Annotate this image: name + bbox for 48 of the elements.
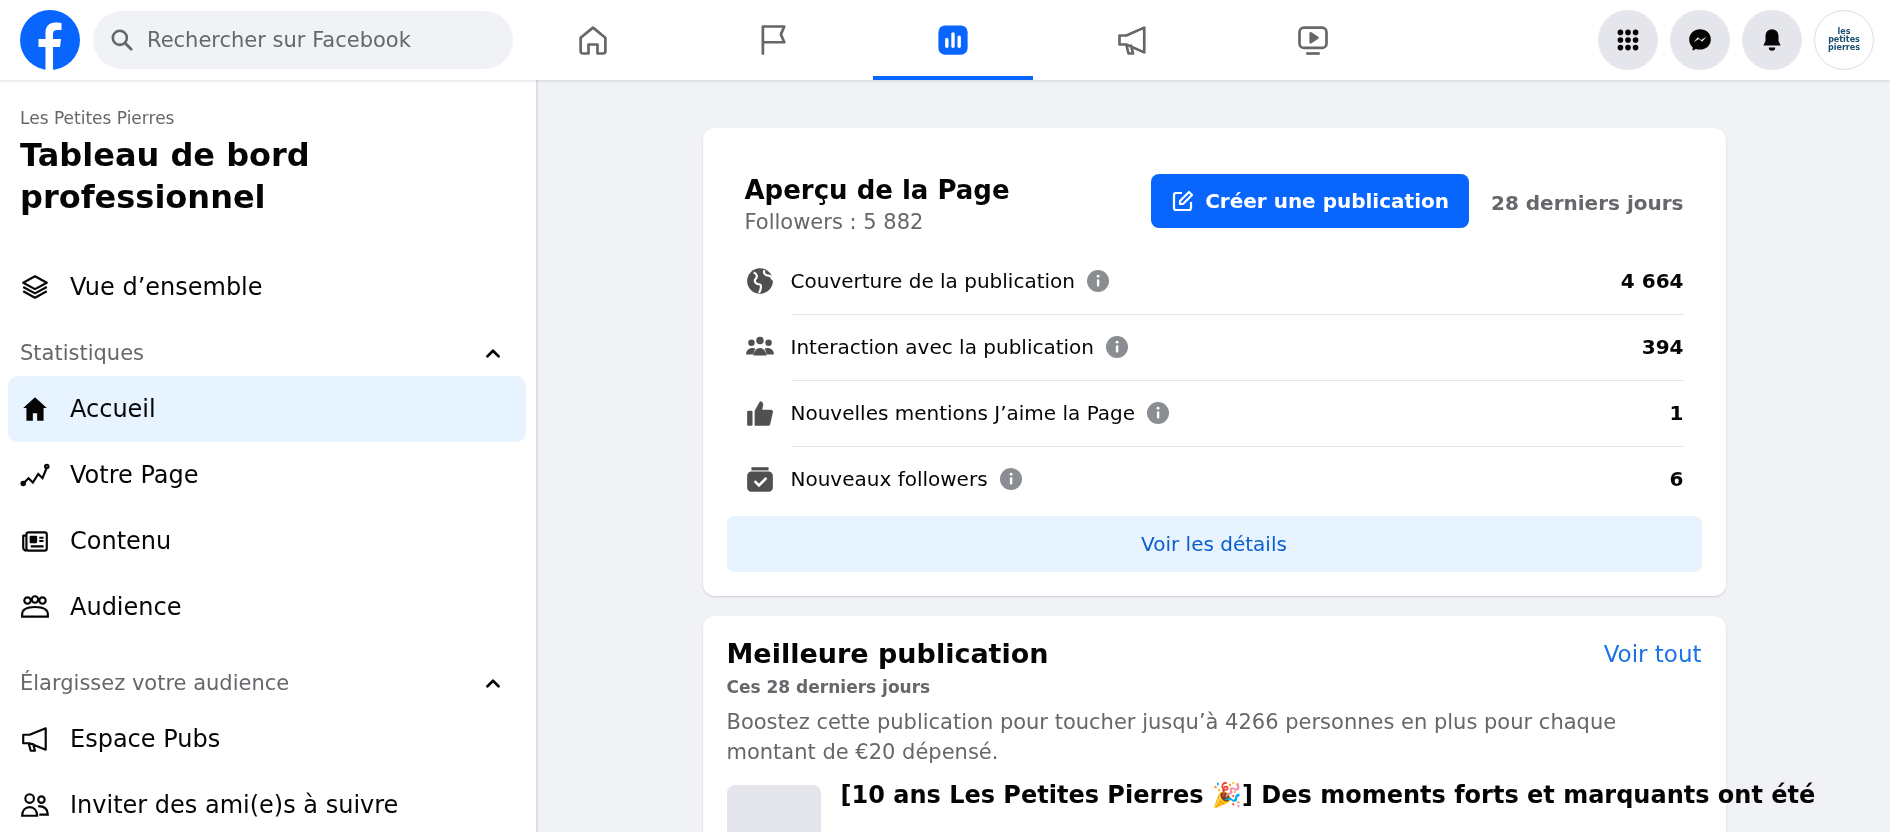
menu-button[interactable] (1598, 10, 1658, 70)
page-avatar[interactable]: les petites pierres (1814, 10, 1874, 70)
card-title: Meilleure publication (726, 638, 1049, 669)
people-icon (20, 790, 50, 820)
metric-label: Nouvelles mentions J’aime la Page (790, 400, 1136, 425)
sidebar-item[interactable]: Vue d’ensemble (8, 254, 526, 320)
view-details-button[interactable]: Voir les détails (726, 516, 1702, 572)
thumbs-up-icon (744, 398, 775, 428)
checked-card-icon (744, 464, 775, 494)
section-header[interactable]: Élargissez votre audience (8, 654, 526, 706)
metric-value: 6 (1669, 467, 1684, 491)
dashboard-title: Tableau de bord professionnel (20, 135, 311, 218)
search-icon (109, 27, 135, 53)
sidebar-item[interactable]: Accueil (8, 376, 526, 442)
period-label: 28 derniers jours (1490, 191, 1684, 215)
card-subtitle: Ces 28 derniers jours (726, 677, 932, 697)
globe-icon (744, 266, 775, 296)
boost-description: Boostez cette publication pour toucher jusqu’à 4266 personnes en plus pour chaque montant de €20 dépensé. (726, 709, 1618, 766)
info-icon[interactable] (1106, 335, 1129, 358)
info-icon[interactable] (999, 468, 1022, 490)
page-name: Les Petites Pierres (19, 108, 176, 128)
metric-value: 4 664 (1620, 268, 1684, 293)
facebook-logo[interactable] (20, 10, 80, 70)
metric-label: Interaction avec la publication (790, 334, 1095, 359)
metric-label: Nouveaux followers (790, 467, 988, 491)
sidebar-item[interactable]: Votre Page (8, 442, 526, 508)
sidebar-item[interactable]: Contenu (8, 508, 526, 574)
metric-value: 1 (1669, 400, 1684, 425)
create-post-button[interactable]: Créer une publication (1151, 174, 1469, 228)
see-all-link[interactable]: Voir tout (1603, 640, 1702, 667)
bar-chart-icon (935, 22, 971, 58)
messenger-button[interactable] (1670, 10, 1730, 70)
sidebar-item[interactable]: Audience (8, 574, 526, 640)
edit-icon (1171, 189, 1196, 213)
sidebar-item[interactable]: Espace Pubs (8, 706, 526, 772)
info-icon[interactable] (1147, 401, 1170, 424)
sidebar-item[interactable]: Inviter des ami(e)s à suivre (8, 772, 526, 832)
megaphone-icon (20, 724, 50, 754)
layers-icon (20, 272, 50, 302)
post-text[interactable]: [10 ans Les Petites Pierres 🎉] Des moments forts et marquants ont été (840, 781, 1816, 832)
info-icon[interactable] (1087, 269, 1109, 292)
search-bar[interactable]: Rechercher sur Facebook (93, 11, 513, 69)
search-field[interactable]: Rechercher sur Facebook (145, 27, 479, 53)
metric-label: Couverture de la publication (790, 268, 1075, 293)
card-title: Aperçu de la Page (744, 174, 1011, 206)
section-header[interactable]: Statistiques (8, 324, 526, 376)
followers-count: Followers : 5 882 (744, 210, 925, 234)
metric-value: 394 (1641, 334, 1684, 359)
